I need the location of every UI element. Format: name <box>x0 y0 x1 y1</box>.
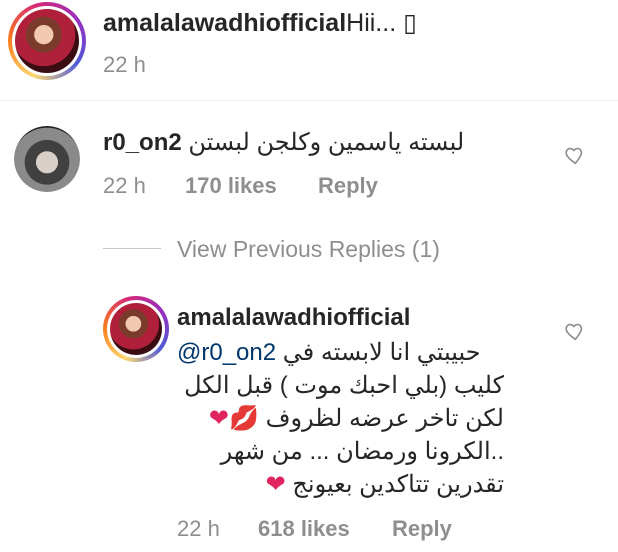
reply-line-3: لكن تاخر عرضه لظروف ❤💋 <box>177 404 504 433</box>
reply-like-heart-icon[interactable] <box>563 320 585 342</box>
view-previous-replies[interactable]: View Previous Replies (1) <box>177 236 440 263</box>
reply-username: amalalawadhiofficial <box>177 304 410 332</box>
divider <box>0 100 618 101</box>
reply-line-4: ..الكرونا ورمضان ... من شهر <box>220 438 504 465</box>
caption-glyph: ▯ <box>403 9 417 37</box>
reply-time: 22 h <box>177 516 220 541</box>
post-username[interactable]: amalalawadhiofficial <box>103 9 346 37</box>
comment-text: لبسته ياسمين وكلجن لبستن <box>188 129 465 156</box>
reply-author-avatar[interactable] <box>103 296 169 362</box>
heart-emoji: ❤ <box>265 471 286 498</box>
reply-line-2: كليب (بلي احبك موت ) قبل الكل <box>184 372 504 399</box>
comment-body: r0_on2 لبسته ياسمين وكلجن لبستن <box>103 128 464 157</box>
post-author-avatar[interactable] <box>8 2 86 80</box>
reply-username-link[interactable]: amalalawadhiofficial <box>177 304 410 331</box>
comment-username[interactable]: r0_on2 <box>103 129 182 156</box>
reply-likes[interactable]: 618 likes <box>258 516 350 542</box>
commenter-avatar[interactable] <box>14 126 80 192</box>
reply-line-5-text: تقدرين تتاكدين بعيونج <box>292 471 504 498</box>
reply-line-5: تقدرين تتاكدين بعيونج ❤ <box>177 470 504 499</box>
comment-reply-button[interactable]: Reply <box>318 173 378 199</box>
reply-line-3-text: لكن تاخر عرضه لظروف <box>265 405 504 432</box>
comment-time: 22 h <box>103 173 146 198</box>
post-caption: amalalawadhiofficialHii... ▯ <box>103 8 417 38</box>
replies-line <box>103 248 161 249</box>
reply-reply-button[interactable]: Reply <box>392 516 452 542</box>
like-heart-icon[interactable] <box>563 144 585 166</box>
comment-likes[interactable]: 170 likes <box>185 173 277 199</box>
reply-line-1: @r0_on2 حبيبتي انا لابسته في <box>177 338 481 367</box>
heart-kiss-emoji: ❤💋 <box>208 405 259 432</box>
post-time: 22 h <box>103 52 146 77</box>
reply-line-1-text: حبيبتي انا لابسته في <box>282 339 481 366</box>
caption-text: Hii... <box>346 9 404 37</box>
mention-link[interactable]: @r0_on2 <box>177 339 276 366</box>
